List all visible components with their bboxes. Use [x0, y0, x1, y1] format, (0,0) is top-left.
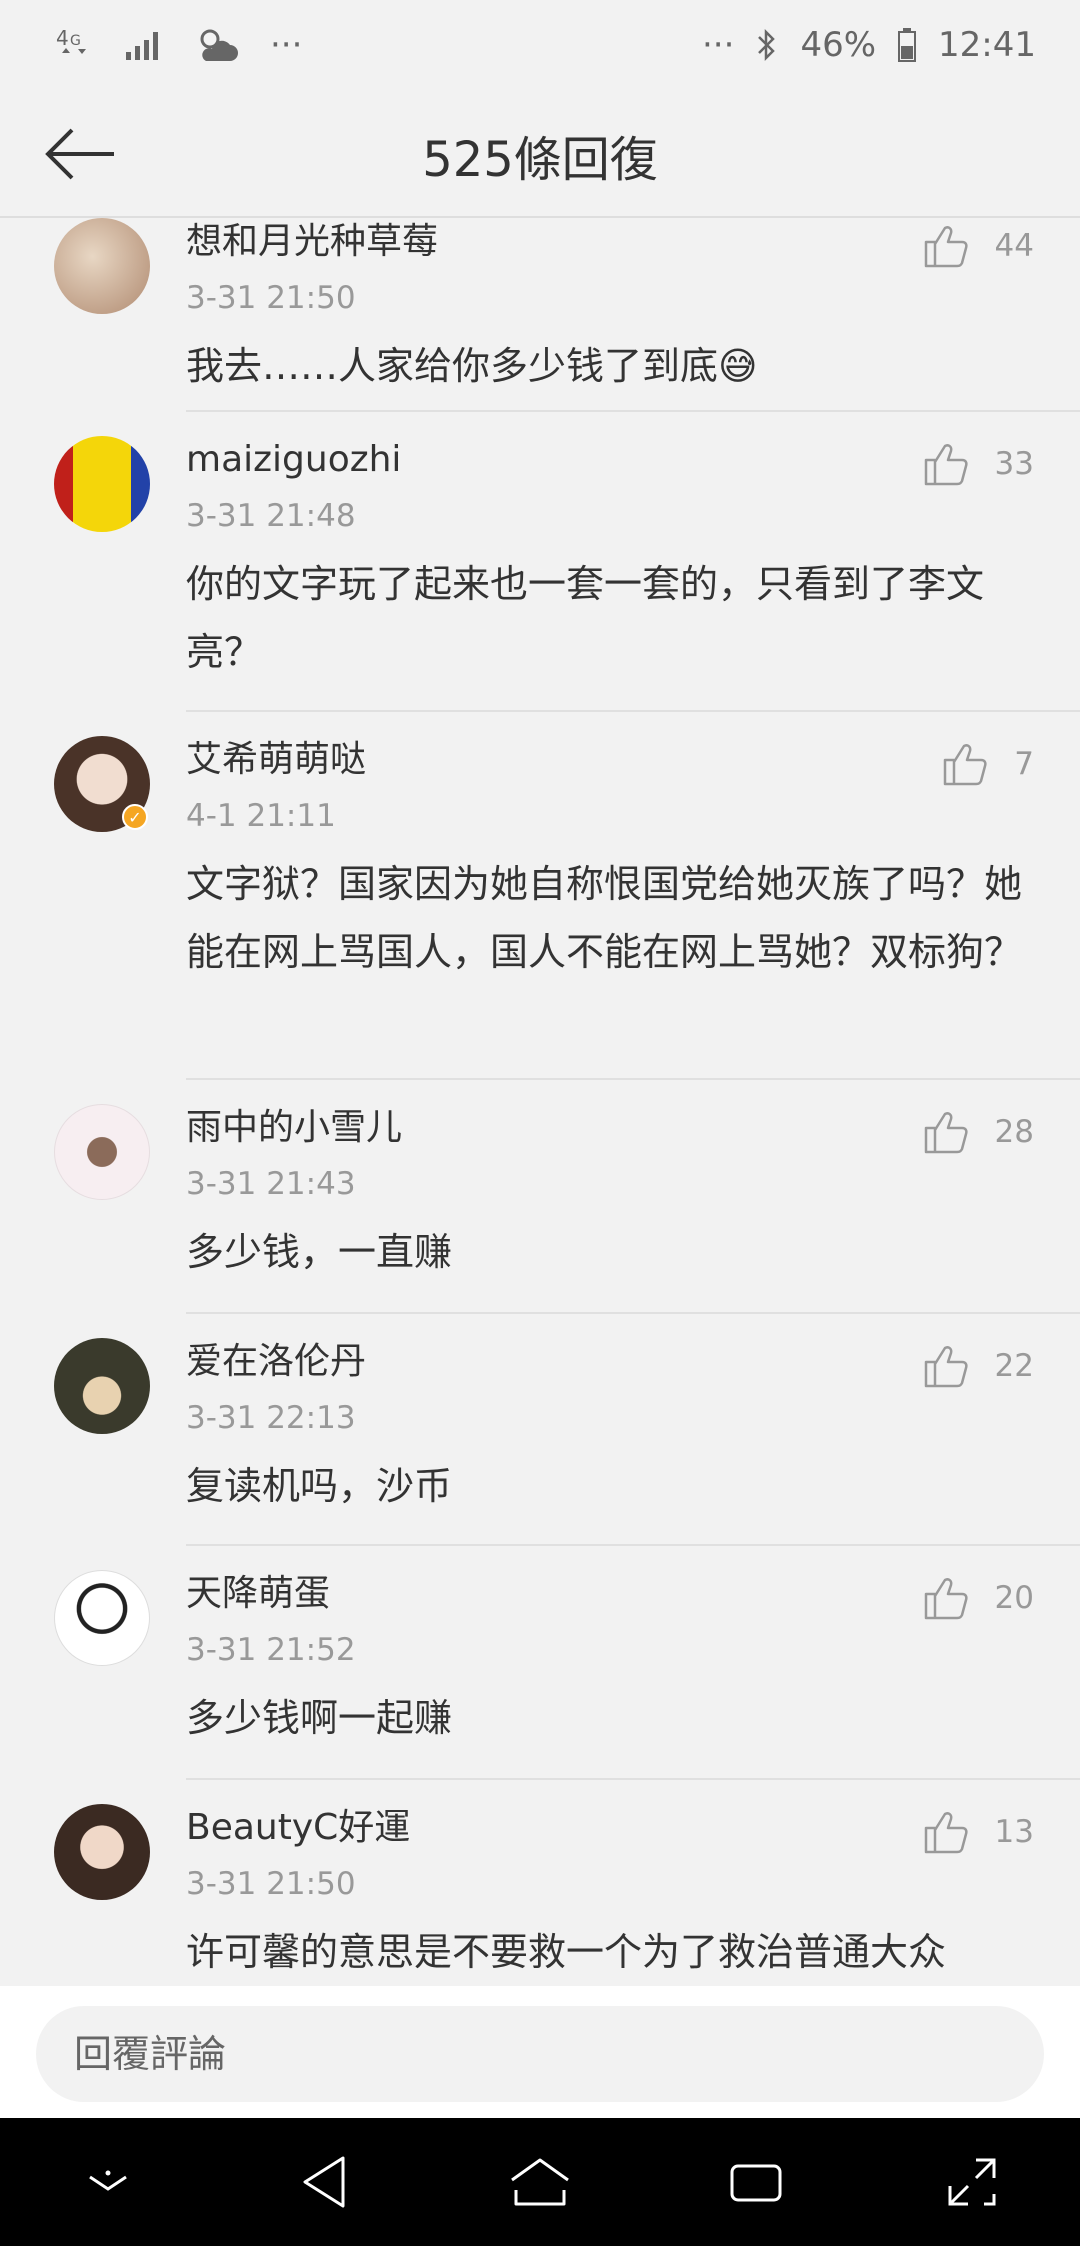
comment-item[interactable]: BeautyC好運 3-31 21:50 许可馨的意思是不要救一个为了救治普通大…: [0, 1780, 1080, 1986]
recent-apps-icon[interactable]: [728, 2160, 784, 2204]
like-count: 20: [994, 1580, 1034, 1616]
header: 525條回復: [0, 90, 1080, 218]
comment-item[interactable]: ✓ 艾希萌萌哒 4-1 21:11 文字狱？国家因为她自称恨国党给她灭族了吗？她…: [0, 712, 1080, 1080]
comment-text: 多少钱啊一起赚: [186, 1696, 453, 1740]
battery-icon: [898, 28, 917, 62]
back-triangle-icon[interactable]: [299, 2154, 349, 2210]
like-count: 33: [994, 446, 1034, 482]
comment-text: 文字狱？国家因为她自称恨国党给她灭族了吗？她能在网上骂国人，国人不能在网上骂她？…: [186, 862, 1023, 974]
timestamp: 4-1 21:11: [186, 798, 336, 834]
like-button[interactable]: 28: [923, 1110, 1034, 1154]
comment-text: 许可馨的意思是不要救一个为了救治普通大众: [186, 1930, 947, 1974]
comment-text: 复读机吗，沙币: [186, 1464, 453, 1508]
thumbs-up-icon[interactable]: [923, 1576, 969, 1620]
comment-item[interactable]: maiziguozhi 3-31 21:48 你的文字玩了起来也一套一套的，只看…: [0, 412, 1080, 712]
like-button[interactable]: 22: [923, 1344, 1034, 1388]
comment-item[interactable]: 爱在洛伦丹 3-31 22:13 复读机吗，沙币 22: [0, 1314, 1080, 1546]
like-button[interactable]: 44: [923, 224, 1034, 268]
like-button[interactable]: 7: [942, 742, 1034, 786]
clock: 12:41: [938, 25, 1036, 65]
like-count: 44: [994, 228, 1034, 264]
thumbs-up-icon[interactable]: [923, 1110, 969, 1154]
comment-text: 你的文字玩了起来也一套一套的，只看到了李文亮？: [186, 562, 985, 674]
bluetooth-icon: [756, 27, 778, 63]
signal-icon: [124, 30, 164, 60]
page-title: 525條回復: [422, 132, 658, 188]
like-count: 28: [994, 1114, 1034, 1150]
timestamp: 3-31 21:43: [186, 1166, 356, 1202]
like-button[interactable]: 33: [923, 442, 1034, 486]
timestamp: 3-31 21:50: [186, 280, 356, 316]
network-4g-icon: 4 G: [56, 25, 94, 65]
thumbs-up-icon[interactable]: [923, 1810, 969, 1854]
timestamp: 3-31 21:48: [186, 498, 356, 534]
comment-item[interactable]: 天降萌蛋 3-31 21:52 多少钱啊一起赚 20: [0, 1546, 1080, 1780]
thumbs-up-icon[interactable]: [942, 742, 988, 786]
comment-text: 我去……人家给你多少钱了到底😅: [186, 344, 758, 388]
system-nav-bar: [0, 2118, 1080, 2246]
like-count: 7: [1014, 746, 1034, 782]
nav-home-button[interactable]: [490, 2132, 590, 2232]
svg-text:G: G: [70, 33, 81, 49]
status-more-left: ···: [270, 25, 303, 65]
like-count: 22: [994, 1348, 1034, 1384]
reply-bar: 回覆評論: [0, 1986, 1080, 2118]
comment-list[interactable]: 想和月光种草莓 3-31 21:50 我去……人家给你多少钱了到底😅 44 ma…: [0, 218, 1080, 1986]
thumbs-up-icon[interactable]: [923, 442, 969, 486]
timestamp: 3-31 21:52: [186, 1632, 356, 1668]
home-icon[interactable]: [508, 2156, 572, 2208]
comment-item[interactable]: 想和月光种草莓 3-31 21:50 我去……人家给你多少钱了到底😅 44: [0, 218, 1080, 412]
thumbs-up-icon[interactable]: [923, 1344, 969, 1388]
comment-item[interactable]: 雨中的小雪儿 3-31 21:43 多少钱，一直赚 28: [0, 1080, 1080, 1314]
thumbs-up-icon[interactable]: [923, 224, 969, 268]
chevron-down-icon[interactable]: [86, 2167, 130, 2197]
svg-text:4: 4: [56, 26, 69, 50]
timestamp: 3-31 21:50: [186, 1866, 356, 1902]
like-count: 13: [994, 1814, 1034, 1850]
comment-text: 多少钱，一直赚: [186, 1230, 453, 1274]
weather-cloudy-icon: [194, 25, 240, 65]
reply-input[interactable]: 回覆評論: [36, 2006, 1044, 2102]
nav-hide-button[interactable]: [58, 2132, 158, 2232]
nav-recents-button[interactable]: [706, 2132, 806, 2232]
battery-percent: 46%: [800, 25, 877, 65]
status-bar: 4 G ··· ··· 46% 12:41: [0, 0, 1080, 90]
like-button[interactable]: 13: [923, 1810, 1034, 1854]
expand-icon[interactable]: [946, 2156, 998, 2208]
like-button[interactable]: 20: [923, 1576, 1034, 1620]
status-more-right: ···: [702, 25, 735, 65]
timestamp: 3-31 22:13: [186, 1400, 356, 1436]
nav-expand-button[interactable]: [922, 2132, 1022, 2232]
nav-back-button[interactable]: [274, 2132, 374, 2232]
